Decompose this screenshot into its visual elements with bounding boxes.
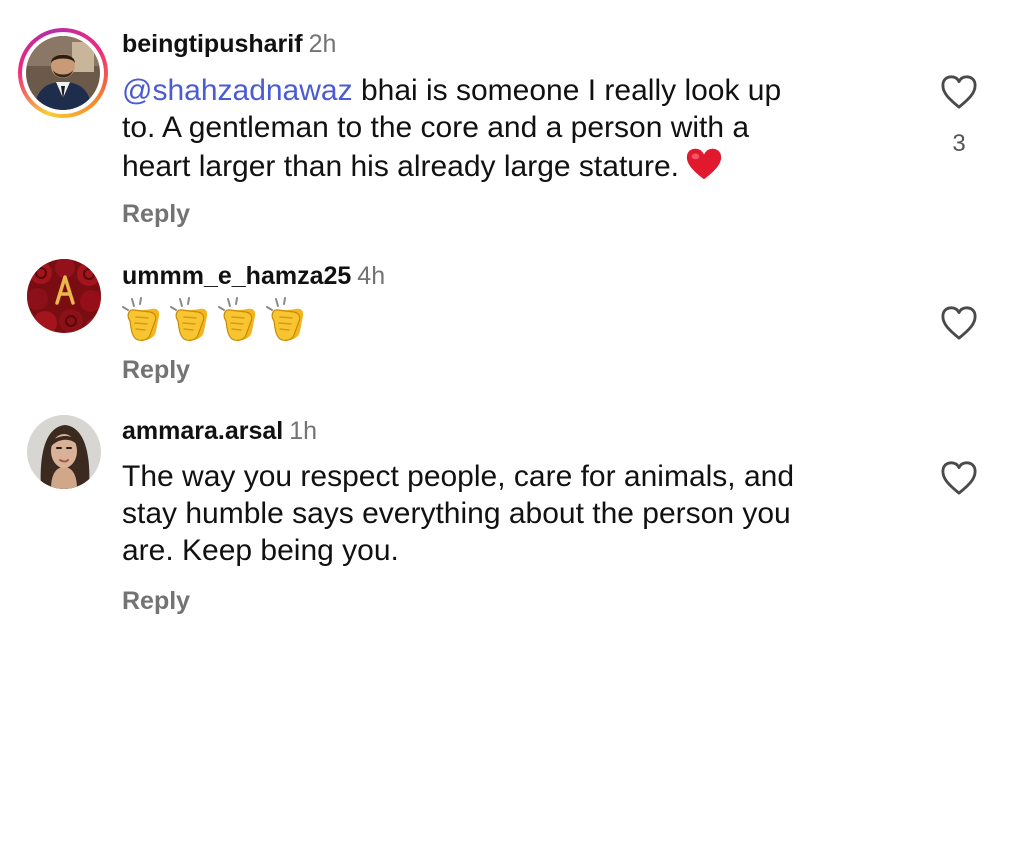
timestamp: 1h [289,417,318,445]
username[interactable]: ummm_e_hamza25 [122,262,351,290]
comment-meta: ummm_e_hamza25 4h [122,261,385,291]
heart-outline-icon[interactable] [940,460,978,496]
comment-meta: beingtipusharif 2h [122,29,336,59]
avatar[interactable] [27,259,101,333]
story-ring[interactable] [18,28,108,118]
timestamp: 4h [357,262,386,290]
clapping-hands-emoji-icon [218,297,256,341]
clapping-hands-emoji-icon [266,297,304,341]
comment-line: stay humble says everything about the pe… [122,497,791,530]
red-heart-emoji-icon [686,148,722,180]
reply-button[interactable]: Reply [122,355,190,385]
heart-outline-icon[interactable] [940,74,978,110]
comment-meta: ammara.arsal 1h [122,416,317,446]
username[interactable]: beingtipusharif [122,30,303,58]
clapping-hands-emoji-icon [122,297,160,341]
comment-line: to. A gentleman to the core and a person… [122,111,750,144]
comment-line: The way you respect people, care for ani… [122,460,795,493]
comment-text: The way you respect people, care for ani… [122,458,902,569]
like-count: 3 [952,130,966,157]
reply-button[interactable]: Reply [122,199,190,229]
reply-button[interactable]: Reply [122,586,190,616]
comment-text: @shahzadnawaz bhai is someone I really l… [122,72,902,185]
mention-link[interactable]: @shahzadnawaz [122,74,353,107]
comment-line: are. Keep being you. [122,534,399,567]
comment-line: @shahzadnawaz bhai is someone I really l… [122,74,782,107]
clapping-hands-emoji-icon [170,297,208,341]
avatar[interactable] [27,415,101,489]
heart-outline-icon[interactable] [940,305,978,341]
comment-line: heart larger than his already large stat… [122,146,902,185]
avatar[interactable] [26,36,100,110]
timestamp: 2h [308,30,337,58]
username[interactable]: ammara.arsal [122,417,283,445]
emoji-row [122,297,310,343]
